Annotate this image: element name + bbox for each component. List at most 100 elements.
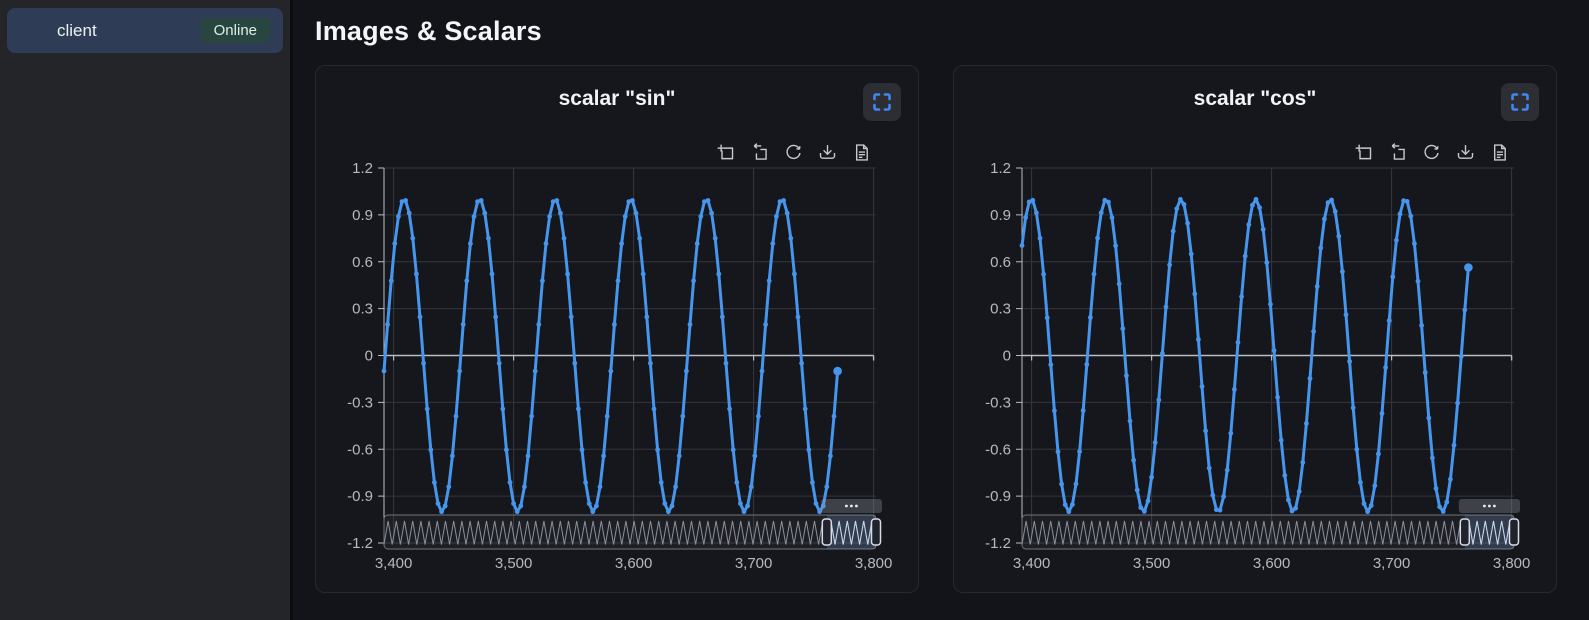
data-point — [1070, 502, 1075, 507]
data-point — [666, 509, 671, 514]
data-point — [1448, 477, 1453, 482]
datazoom-handle-left[interactable] — [822, 519, 831, 545]
data-view-icon[interactable] — [851, 142, 872, 163]
data-point — [1048, 362, 1053, 367]
data-point — [1200, 384, 1205, 389]
fullscreen-button[interactable] — [1501, 83, 1539, 121]
data-point — [742, 509, 747, 514]
data-point — [443, 504, 448, 509]
data-point — [1419, 323, 1424, 328]
data-point — [407, 211, 412, 216]
datazoom-handle-right[interactable] — [1510, 519, 1519, 545]
data-point — [436, 501, 441, 506]
data-point — [1408, 214, 1413, 219]
y-axis-label: -0.3 — [347, 394, 373, 411]
data-point — [749, 484, 754, 489]
data-point — [655, 447, 660, 452]
data-point — [1394, 238, 1399, 243]
data-point — [695, 241, 700, 246]
data-point — [410, 236, 415, 241]
y-axis-label: -0.6 — [347, 441, 373, 458]
data-point — [1315, 284, 1320, 289]
data-point — [1167, 263, 1172, 268]
data-point — [396, 214, 401, 219]
data-point — [1430, 456, 1435, 461]
data-point — [1128, 419, 1133, 424]
data-point — [662, 501, 667, 506]
data-point — [497, 361, 502, 366]
data-point — [763, 322, 768, 327]
data-point — [1207, 466, 1212, 471]
data-point — [1459, 354, 1464, 359]
y-axis-label: -1.2 — [347, 535, 373, 552]
data-point — [1106, 200, 1111, 205]
data-point — [1192, 292, 1197, 297]
restore-icon[interactable] — [783, 142, 804, 163]
data-point — [518, 504, 523, 509]
zoom-reset-icon[interactable] — [749, 142, 770, 163]
datazoom-handle-right[interactable] — [872, 519, 881, 545]
data-point — [1030, 198, 1035, 203]
restore-icon[interactable] — [1421, 142, 1442, 163]
y-axis-label: 0.3 — [990, 301, 1011, 318]
data-point — [493, 315, 498, 320]
data-point — [1246, 222, 1251, 227]
data-point — [1297, 489, 1302, 494]
data-point — [392, 241, 397, 246]
data-point — [756, 414, 761, 419]
zoom-reset-icon[interactable] — [1387, 142, 1408, 163]
data-point — [547, 214, 552, 219]
data-point — [472, 214, 477, 219]
download-icon[interactable] — [1455, 142, 1476, 163]
data-point — [428, 447, 433, 452]
download-icon[interactable] — [817, 142, 838, 163]
x-axis-label: 3,700 — [735, 555, 773, 572]
data-point — [688, 322, 693, 327]
y-axis-label: 1.2 — [352, 160, 373, 177]
y-axis-label: -0.9 — [985, 488, 1011, 505]
fullscreen-button[interactable] — [863, 83, 901, 121]
y-axis-label: -0.9 — [347, 488, 373, 505]
datazoom-handle-left[interactable] — [1460, 519, 1469, 545]
data-point — [533, 369, 538, 374]
latest-data-point — [1464, 263, 1473, 272]
data-point — [673, 484, 678, 489]
data-point — [1279, 438, 1284, 443]
data-point — [1095, 236, 1100, 241]
grip-dot — [855, 505, 858, 508]
data-point — [1052, 408, 1057, 413]
y-axis-label: -0.3 — [985, 394, 1011, 411]
data-point — [1405, 199, 1410, 204]
data-point — [1099, 210, 1104, 215]
cos-line-chart[interactable]: 1.20.90.60.30-0.3-0.6-0.9-1.23,4003,5003… — [954, 134, 1556, 594]
data-point — [569, 315, 574, 320]
data-view-icon[interactable] — [1489, 142, 1510, 163]
data-point — [680, 414, 685, 419]
data-point — [814, 501, 819, 506]
data-point — [1272, 348, 1277, 353]
data-point — [1045, 315, 1050, 320]
sidebar-item-client[interactable]: client Online — [7, 8, 283, 53]
box-zoom-icon[interactable] — [1353, 142, 1374, 163]
data-point — [1066, 509, 1071, 514]
data-point — [691, 278, 696, 283]
y-axis-label: -0.6 — [985, 441, 1011, 458]
data-point — [1423, 370, 1428, 375]
data-point — [828, 454, 833, 459]
data-point — [698, 214, 703, 219]
data-point — [1412, 241, 1417, 246]
data-point — [608, 369, 613, 374]
chart-toolbar — [1353, 142, 1510, 163]
data-point — [594, 504, 599, 509]
data-point — [515, 509, 520, 514]
data-point — [774, 214, 779, 219]
data-point — [713, 236, 718, 241]
data-point — [752, 454, 757, 459]
sin-line-chart[interactable]: 1.20.90.60.30-0.3-0.6-0.9-1.23,4003,5003… — [316, 134, 918, 594]
data-point — [1074, 482, 1079, 487]
data-point — [1311, 329, 1316, 334]
data-point — [601, 454, 606, 459]
box-zoom-icon[interactable] — [715, 142, 736, 163]
latest-data-point — [833, 367, 842, 376]
data-point — [652, 407, 657, 412]
